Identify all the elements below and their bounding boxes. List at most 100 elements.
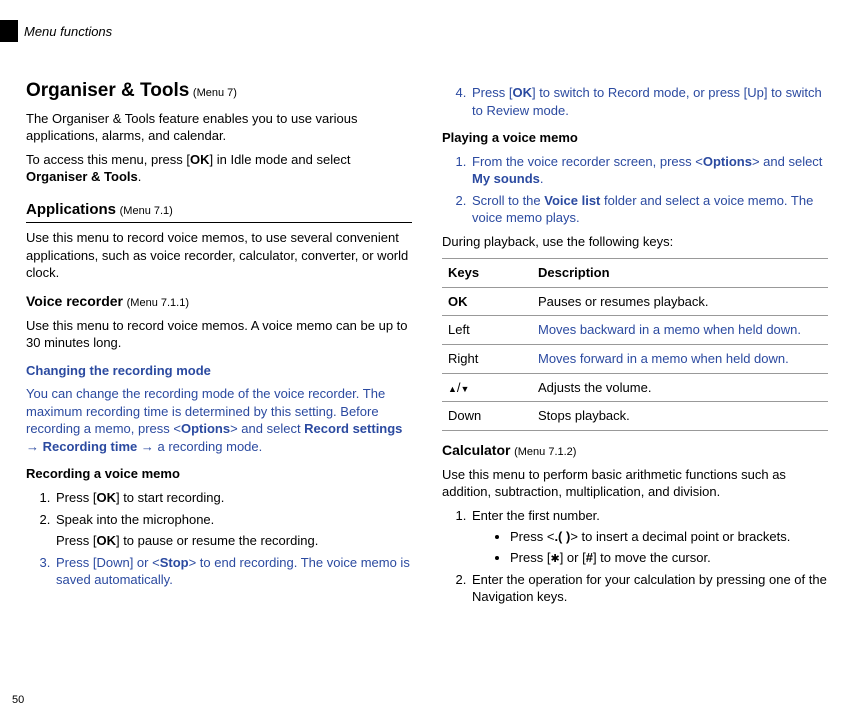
list-item: Enter the first number. Press <.( )> to … xyxy=(470,507,828,567)
text-fragment: Press [ xyxy=(56,490,96,505)
voice-recorder-heading-wrap: Voice recorder (Menu 7.1.1) xyxy=(26,292,412,311)
text-fragment: . xyxy=(540,171,544,186)
text-fragment: Press [ xyxy=(56,533,96,548)
title-line: Organiser & Tools (Menu 7) xyxy=(26,78,412,104)
my-sounds-label: My sounds xyxy=(472,171,540,186)
calculator-sub-bullets: Press <.( )> to insert a decimal point o… xyxy=(472,528,828,566)
recording-time-label: Recording time xyxy=(43,439,138,454)
calculator-steps: Enter the first number. Press <.( )> to … xyxy=(442,507,828,606)
list-item: Press [Down] or <Stop> to end recording.… xyxy=(54,554,412,589)
calculator-desc: Use this menu to perform basic arithmeti… xyxy=(442,466,828,501)
list-item: From the voice recorder screen, press <O… xyxy=(470,153,828,188)
key-cell: Left xyxy=(442,316,532,345)
page-title: Organiser & Tools xyxy=(26,80,189,101)
applications-desc: Use this menu to record voice memos, to … xyxy=(26,229,412,282)
applications-heading-wrap: Applications (Menu 7.1) xyxy=(26,200,412,223)
list-item: Press [OK] to switch to Record mode, or … xyxy=(470,84,828,119)
text-fragment: Press [Down] or < xyxy=(56,555,160,570)
desc-cell: Pauses or resumes playback. xyxy=(532,287,828,316)
table-row: / Adjusts the volume. xyxy=(442,373,828,402)
key-cell: Down xyxy=(442,402,532,431)
arrow-sep: → xyxy=(26,439,43,454)
list-item: Press [OK] to start recording. xyxy=(54,489,412,507)
text-fragment: Press [ xyxy=(472,85,512,100)
tab-shape-icon xyxy=(0,20,12,42)
text-fragment: Enter the first number. xyxy=(472,508,600,523)
list-item: Press <.( )> to insert a decimal point o… xyxy=(510,528,828,546)
section-label: Menu functions xyxy=(24,24,112,39)
text-fragment: ] to start recording. xyxy=(116,490,224,505)
record-settings-label: Record settings xyxy=(304,421,402,436)
changing-mode-body: You can change the recording mode of the… xyxy=(26,385,412,455)
page-body: Organiser & Tools (Menu 7) The Organiser… xyxy=(26,78,828,688)
decimal-key-label: .( ) xyxy=(554,529,570,544)
key-cell: / xyxy=(442,373,532,402)
recording-steps-list: Press [OK] to start recording. Speak int… xyxy=(26,489,412,589)
text-fragment: > to insert a decimal point or brackets. xyxy=(570,529,790,544)
volume-up-icon xyxy=(448,380,457,395)
text-fragment: To access this menu, press [ xyxy=(26,152,190,167)
volume-down-icon xyxy=(461,380,470,395)
text-fragment: > and select xyxy=(752,154,822,169)
ok-key-label: OK xyxy=(190,152,210,167)
table-row: Left Moves backward in a memo when held … xyxy=(442,316,828,345)
text-fragment: Enter the operation for your calculation… xyxy=(472,572,827,605)
options-label: Options xyxy=(181,421,230,436)
text-fragment: ] or [ xyxy=(560,550,586,565)
page-title-meta: (Menu 7) xyxy=(193,87,237,99)
header-tab: Menu functions xyxy=(0,20,112,42)
stop-label: Stop xyxy=(160,555,189,570)
voice-recorder-meta: (Menu 7.1.1) xyxy=(127,297,189,309)
playing-memo-heading: Playing a voice memo xyxy=(442,129,828,147)
recording-steps-continued: Press [OK] to switch to Record mode, or … xyxy=(442,84,828,119)
desc-cell: Adjusts the volume. xyxy=(532,373,828,402)
recording-memo-heading: Recording a voice memo xyxy=(26,465,412,483)
hash-key-icon xyxy=(586,550,593,565)
list-item: Press [ ] or [ ] to move the cursor. xyxy=(510,549,828,567)
text-fragment: From the voice recorder screen, press < xyxy=(472,154,703,169)
text-fragment: Press < xyxy=(510,529,554,544)
list-item: Speak into the microphone. Press [OK] to… xyxy=(54,511,412,550)
applications-heading: Applications xyxy=(26,201,116,218)
desc-cell: Moves forward in a memo when held down. xyxy=(532,345,828,374)
list-item: Scroll to the Voice list folder and sele… xyxy=(470,192,828,227)
text-fragment: → a recording mode. xyxy=(137,439,262,454)
table-row: Right Moves forward in a memo when held … xyxy=(442,345,828,374)
ok-key-label: OK xyxy=(512,85,532,100)
calculator-heading-wrap: Calculator (Menu 7.1.2) xyxy=(442,441,828,460)
text-fragment: ] to pause or resume the recording. xyxy=(116,533,318,548)
table-header-keys: Keys xyxy=(442,259,532,288)
key-cell: Right xyxy=(442,345,532,374)
table-row: Down Stops playback. xyxy=(442,402,828,431)
menu-name-label: Organiser & Tools xyxy=(26,169,138,184)
table-header-desc: Description xyxy=(532,259,828,288)
intro-text: The Organiser & Tools feature enables yo… xyxy=(26,110,412,145)
list-item: Enter the operation for your calculation… xyxy=(470,571,828,606)
right-column: Press [OK] to switch to Record mode, or … xyxy=(442,78,828,688)
applications-meta: (Menu 7.1) xyxy=(120,205,173,217)
text-fragment: . xyxy=(138,169,142,184)
key-cell: OK xyxy=(442,287,532,316)
playing-steps-list: From the voice recorder screen, press <O… xyxy=(442,153,828,227)
during-playback-text: During playback, use the following keys: xyxy=(442,233,828,251)
desc-cell: Moves backward in a memo when held down. xyxy=(532,316,828,345)
options-label: Options xyxy=(703,154,752,169)
desc-cell: Stops playback. xyxy=(532,402,828,431)
left-column: Organiser & Tools (Menu 7) The Organiser… xyxy=(26,78,412,688)
access-text: To access this menu, press [OK] in Idle … xyxy=(26,151,412,186)
sub-step: Press [OK] to pause or resume the record… xyxy=(56,532,412,550)
voice-recorder-desc: Use this menu to record voice memos. A v… xyxy=(26,317,412,352)
table-row: OK Pauses or resumes playback. xyxy=(442,287,828,316)
text-fragment: Speak into the microphone. xyxy=(56,512,214,527)
text-fragment: Scroll to the xyxy=(472,193,544,208)
text-fragment: ] in Idle mode and select xyxy=(210,152,351,167)
voice-recorder-heading: Voice recorder xyxy=(26,293,123,309)
text-fragment: ] to move the cursor. xyxy=(593,550,711,565)
ok-key-label: OK xyxy=(96,490,116,505)
ok-key-label: OK xyxy=(96,533,116,548)
table-header-row: Keys Description xyxy=(442,259,828,288)
text-fragment: Press [ xyxy=(510,550,550,565)
star-key-icon xyxy=(550,550,559,565)
calculator-heading: Calculator xyxy=(442,442,510,458)
text-fragment: > and select xyxy=(230,421,304,436)
